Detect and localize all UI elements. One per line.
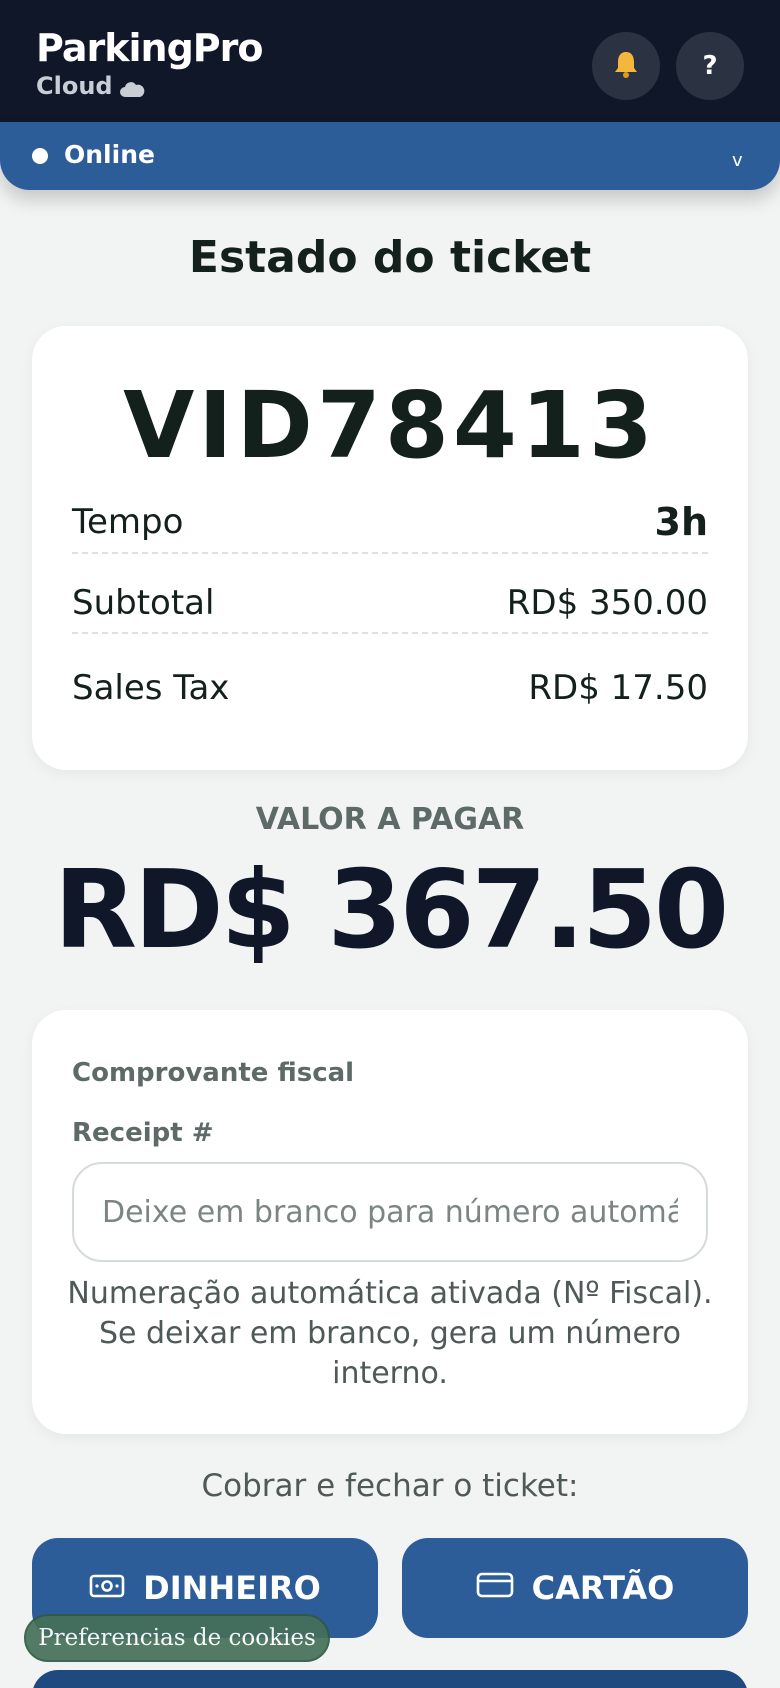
ticket-row-label: Tempo: [72, 502, 184, 542]
cloud-icon: [119, 76, 145, 97]
brand-subtitle: Cloud: [36, 72, 145, 100]
additional-action-button[interactable]: [32, 1670, 748, 1688]
status-label: Online: [64, 140, 155, 169]
cookie-preferences-button[interactable]: Preferencias de cookies: [24, 1614, 330, 1662]
pay-cash-label: DINHEIRO: [143, 1569, 321, 1607]
amount-due-label: VALOR A PAGAR: [255, 802, 525, 837]
chevron-down-icon[interactable]: v: [732, 150, 743, 171]
receipt-card: Comprovante fiscal Receipt # Numeração a…: [32, 1010, 748, 1434]
help-button[interactable]: ?: [676, 32, 744, 100]
charge-label: Cobrar e fechar o ticket:: [201, 1468, 579, 1504]
ticket-row-time: Tempo 3h: [72, 492, 708, 554]
brand-name: ParkingPro: [36, 26, 263, 70]
ticket-card: VID78413 Tempo 3h Subtotal RD$ 350.00 Sa…: [32, 326, 748, 770]
bell-icon: [610, 48, 642, 85]
ticket-row-value: 3h: [654, 500, 709, 544]
pay-card-button[interactable]: CARTÃO: [402, 1538, 748, 1638]
help-icon: ?: [702, 51, 718, 81]
receipt-number-label: Receipt #: [72, 1118, 214, 1148]
pay-card-label: CARTÃO: [531, 1569, 675, 1607]
status-dot: [32, 148, 48, 164]
amount-due-value: RD$ 367.50: [53, 848, 729, 973]
ticket-id: VID78413: [123, 372, 657, 479]
page-title: Estado do ticket: [188, 232, 592, 283]
receipt-help-text: Numeração automática ativada (Nº Fiscal)…: [67, 1276, 713, 1391]
credit-card-icon: [476, 1569, 514, 1607]
ticket-row-value: RD$ 17.50: [528, 668, 708, 708]
receipt-section-label: Comprovante fiscal: [72, 1058, 355, 1088]
notifications-button[interactable]: [592, 32, 660, 100]
connection-status-bar[interactable]: Online v: [0, 122, 780, 190]
app-header: ParkingPro Cloud ?: [0, 0, 780, 122]
receipt-number-input[interactable]: [72, 1162, 708, 1262]
ticket-row-value: RD$ 350.00: [506, 583, 708, 623]
ticket-row-tax: Sales Tax RD$ 17.50: [72, 658, 708, 718]
brand-subtitle-text: Cloud: [36, 72, 113, 100]
cash-icon: [89, 1569, 125, 1607]
ticket-row-label: Subtotal: [72, 583, 215, 623]
ticket-row-subtotal: Subtotal RD$ 350.00: [72, 574, 708, 634]
ticket-row-label: Sales Tax: [72, 668, 230, 708]
